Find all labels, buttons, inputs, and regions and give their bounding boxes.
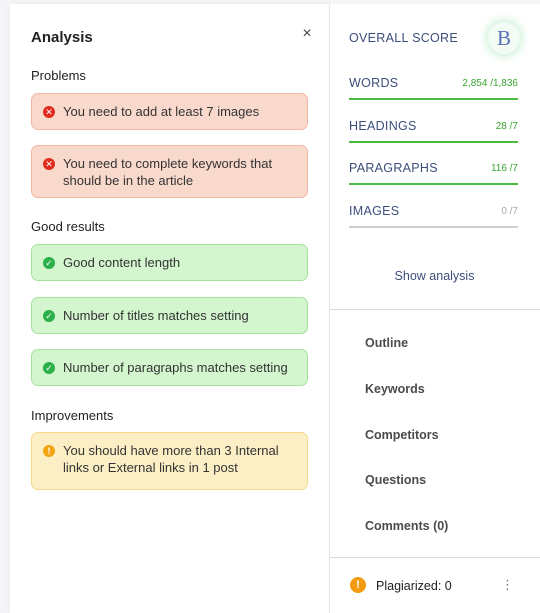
improvement-alert: ! You should have more than 3 Internal l… (31, 432, 308, 490)
analysis-panel: Analysis × Problems ✕ You need to add at… (10, 4, 330, 613)
alert-text: You need to complete keywords that shoul… (63, 156, 273, 188)
metric-label: HEADINGS (349, 119, 417, 133)
nav-outline[interactable]: Outline (365, 336, 408, 350)
metric-value: 28 /7 (495, 121, 518, 132)
alert-text: You should have more than 3 Internal lin… (63, 443, 279, 475)
good-alert: ✓ Good content length (31, 244, 308, 281)
problems-heading: Problems (31, 68, 86, 83)
good-alert: ✓ Number of titles matches setting (31, 297, 308, 334)
metric-words: WORDS 2,854 /1,836 (349, 74, 518, 100)
problem-alert: ✕ You need to complete keywords that sho… (31, 145, 308, 198)
metric-paragraphs: PARAGRAPHS 116 /7 (349, 159, 518, 185)
show-analysis-link[interactable]: Show analysis (330, 269, 539, 283)
problem-alert: ✕ You need to add at least 7 images (31, 93, 308, 130)
divider (330, 309, 540, 310)
alert-text: You need to add at least 7 images (63, 104, 260, 119)
score-panel: OVERALL SCORE B WORDS 2,854 /1,836 HEADI… (329, 4, 540, 613)
check-icon: ✓ (43, 310, 55, 322)
improvements-heading: Improvements (31, 408, 114, 423)
divider (330, 557, 540, 558)
nav-competitors[interactable]: Competitors (365, 428, 439, 442)
alert-text: Number of paragraphs matches setting (63, 360, 288, 375)
error-icon: ✕ (43, 158, 55, 170)
check-icon: ✓ (43, 257, 55, 269)
close-icon[interactable]: × (299, 24, 315, 44)
metric-value: 2,854 /1,836 (462, 78, 518, 89)
warning-icon: ! (350, 577, 366, 593)
alert-text: Number of titles matches setting (63, 308, 249, 323)
metric-label: IMAGES (349, 204, 400, 218)
metric-headings: HEADINGS 28 /7 (349, 117, 518, 143)
score-grade: B (488, 22, 520, 54)
metric-label: WORDS (349, 76, 399, 90)
metric-label: PARAGRAPHS (349, 161, 438, 175)
good-results-heading: Good results (31, 219, 105, 234)
nav-keywords[interactable]: Keywords (365, 382, 425, 396)
more-options-icon[interactable]: ⋮ (501, 576, 514, 594)
metric-value: 0 /7 (501, 206, 518, 217)
warning-icon: ! (43, 445, 55, 457)
overall-score-label: OVERALL SCORE (349, 31, 459, 45)
nav-comments[interactable]: Comments (0) (365, 519, 448, 533)
check-icon: ✓ (43, 362, 55, 374)
alert-text: Good content length (63, 255, 181, 270)
metric-images: IMAGES 0 /7 (349, 202, 518, 228)
nav-questions[interactable]: Questions (365, 473, 426, 487)
good-alert: ✓ Number of paragraphs matches setting (31, 349, 308, 386)
metric-value: 116 /7 (490, 163, 518, 174)
panel-title: Analysis (31, 29, 93, 46)
error-icon: ✕ (43, 106, 55, 118)
plagiarism-label: Plagiarized: 0 (376, 579, 452, 593)
